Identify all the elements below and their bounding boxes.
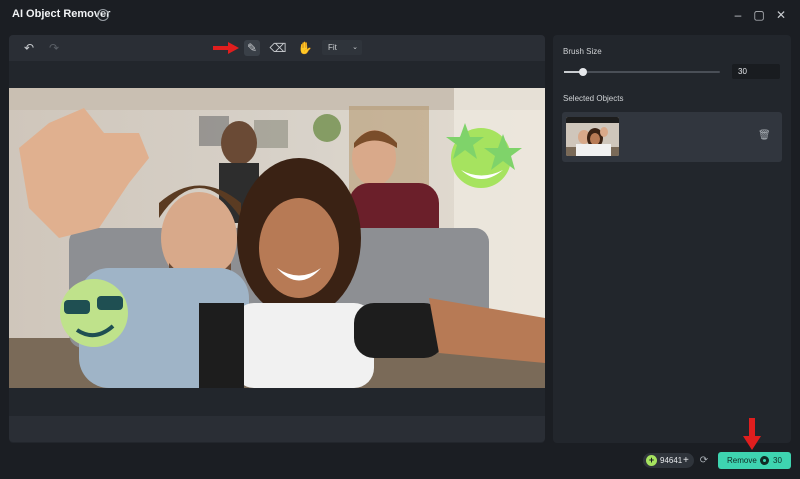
selected-object-thumbnail[interactable] — [566, 117, 619, 156]
brush-size-slider-handle[interactable] — [579, 68, 587, 76]
credits-badge[interactable]: + 94641 + — [643, 453, 694, 468]
thumbnail-image — [566, 117, 619, 156]
credit-cost-icon — [760, 456, 769, 465]
zoom-select-value: Fit — [328, 43, 337, 52]
minimize-button[interactable]: – — [731, 8, 745, 22]
eraser-tool-button[interactable]: ⌫ — [270, 40, 287, 56]
close-button[interactable]: ✕ — [774, 8, 788, 22]
remove-button[interactable]: Remove 30 — [718, 452, 791, 469]
photo-canvas[interactable] — [9, 88, 545, 388]
brush-size-slider[interactable] — [564, 71, 720, 73]
delete-selection-icon[interactable]: 🗑 — [758, 130, 771, 142]
remove-button-label: Remove — [727, 456, 757, 465]
group-selfie-image — [9, 88, 545, 388]
add-credits-icon[interactable]: + — [683, 453, 689, 468]
annotation-arrow-right-icon — [213, 42, 239, 54]
maximize-button[interactable]: ▢ — [752, 8, 766, 22]
chevron-down-icon: ⌄ — [352, 44, 358, 51]
brush-size-label: Brush Size — [563, 47, 602, 56]
refresh-icon[interactable]: ⟳ — [698, 455, 710, 467]
selected-objects-label: Selected Objects — [563, 94, 624, 103]
annotation-arrow-down-icon — [743, 418, 761, 450]
help-icon[interactable]: ? — [97, 9, 109, 21]
redo-button[interactable]: ↷ — [46, 40, 62, 56]
brush-tool-button[interactable]: ✎ — [244, 40, 260, 56]
canvas-bottom-bar — [9, 416, 545, 442]
window-title: AI Object Remover — [12, 8, 111, 20]
zoom-select[interactable]: Fit ⌄ — [322, 40, 362, 55]
brush-size-input[interactable]: 30 — [732, 64, 780, 79]
credits-value: 94641 — [660, 456, 683, 465]
hand-tool-button[interactable]: ✋ — [297, 40, 313, 56]
title-bar: AI Object Remover ? – ▢ ✕ — [0, 0, 800, 30]
undo-button[interactable]: ↶ — [21, 40, 37, 56]
remove-cost-value: 30 — [773, 456, 782, 465]
credit-coin-icon: + — [646, 455, 657, 466]
